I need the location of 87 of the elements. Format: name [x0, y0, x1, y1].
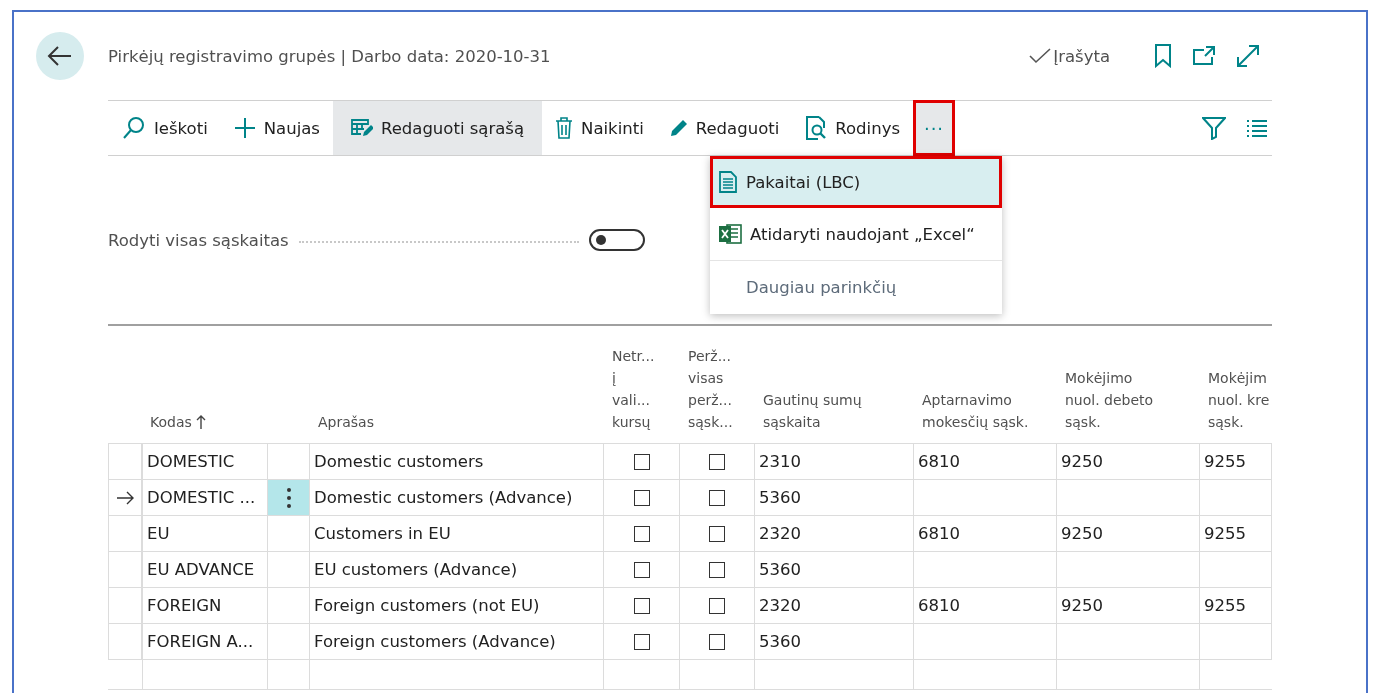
- toolbar-button[interactable]: Redaguoti sąrašą: [332, 101, 543, 155]
- checkbox[interactable]: [633, 489, 650, 506]
- checkbox[interactable]: [709, 561, 725, 578]
- column-header[interactable]: Gautinų sumų sąskaita: [755, 326, 914, 444]
- column-header[interactable]: Mokėjim nuol. kre sąsk.: [1200, 326, 1272, 444]
- back-button[interactable]: [36, 32, 84, 80]
- table-cell: EU customers (Advance): [310, 552, 604, 588]
- table-cell: 9255: [1200, 516, 1272, 552]
- column-header[interactable]: Mokėjimo nuol. debeto sąsk.: [1057, 326, 1200, 444]
- toggle-switch[interactable]: [588, 229, 645, 251]
- row-menu-cell[interactable]: [268, 624, 310, 660]
- empty-cell: [268, 660, 310, 690]
- table-cell: [1200, 624, 1272, 660]
- table-cell: Foreign customers (Advance): [310, 624, 604, 660]
- toolbar-button[interactable]: Naikinti: [542, 101, 657, 155]
- bookmark-icon[interactable]: [1154, 44, 1172, 68]
- expand-icon[interactable]: [1236, 44, 1260, 68]
- document-icon: [718, 171, 738, 193]
- table-cell: 9255: [1200, 444, 1272, 480]
- search-icon: [122, 116, 146, 140]
- table-cell: 2320: [755, 588, 914, 624]
- document-search-icon: [805, 116, 828, 140]
- list-icon[interactable]: [1246, 119, 1268, 137]
- column-header[interactable]: Kodas: [142, 326, 310, 444]
- row-menu-icon[interactable]: [285, 486, 292, 509]
- checkbox[interactable]: [633, 561, 650, 578]
- table-cell: 5360: [755, 552, 914, 588]
- table-cell: EU ADVANCE: [142, 552, 268, 588]
- column-header[interactable]: Netr... į vali... kursų: [604, 326, 680, 444]
- saved-status-text: Įrašyta: [1053, 46, 1110, 66]
- toggle-label: Rodyti visas sąskaitas: [108, 230, 289, 250]
- filter-icon[interactable]: [1202, 116, 1226, 140]
- table-cell: Domestic customers (Advance): [310, 480, 604, 516]
- checkbox[interactable]: [633, 597, 650, 614]
- row-menu-cell[interactable]: [268, 588, 310, 624]
- table-cell: FOREIGN: [142, 588, 268, 624]
- toolbar-button[interactable]: Ieškoti: [108, 101, 221, 155]
- table-cell: 2310: [755, 444, 914, 480]
- column-header[interactable]: Aprašas: [310, 326, 604, 444]
- checkbox[interactable]: [709, 597, 725, 614]
- page-title: Pirkėjų registravimo grupės | Darbo data: 2020-10-31: [108, 46, 551, 66]
- row-menu-cell[interactable]: [268, 516, 310, 552]
- table-cell: 9250: [1057, 444, 1200, 480]
- row-menu-cell[interactable]: [268, 552, 310, 588]
- table-cell: Customers in EU: [310, 516, 604, 552]
- table-cell: 2320: [755, 516, 914, 552]
- checkbox[interactable]: [633, 525, 650, 542]
- table-cell: EU: [142, 516, 268, 552]
- open-in-new-window-icon[interactable]: [1192, 45, 1216, 67]
- checkbox[interactable]: [633, 633, 650, 650]
- checkbox[interactable]: [709, 489, 725, 506]
- column-header[interactable]: Perž... visas perž... sąsk...: [680, 326, 755, 444]
- table-cell: [1200, 480, 1272, 516]
- toolbar-button[interactable]: Rodinys: [792, 101, 913, 155]
- spreadsheet-icon: [718, 223, 742, 245]
- checkbox[interactable]: [709, 525, 725, 542]
- checkbox[interactable]: [709, 453, 725, 470]
- menu-item[interactable]: Atidaryti naudojant „Excel“: [710, 208, 1002, 260]
- table-cell: 6810: [914, 444, 1057, 480]
- table-cell: DOMESTIC: [142, 444, 268, 480]
- more-actions-button[interactable]: ···: [913, 100, 955, 156]
- table-cell: Foreign customers (not EU): [310, 588, 604, 624]
- table-cell: 9250: [1057, 588, 1200, 624]
- trash-icon: [555, 117, 574, 139]
- column-header[interactable]: Aptarnavimo mokesčių sąsk.: [914, 326, 1057, 444]
- toolbar-button[interactable]: Naujas: [220, 101, 333, 155]
- plus-icon: [233, 117, 256, 139]
- table-cell: 5360: [755, 624, 914, 660]
- table-cell: FOREIGN A...: [142, 624, 268, 660]
- back-arrow-icon: [47, 45, 73, 67]
- table-cell: 5360: [755, 480, 914, 516]
- edit-list-icon: [350, 118, 373, 138]
- checkmark-icon: [1029, 48, 1052, 64]
- menu-item[interactable]: Pakaitai (LBC): [710, 156, 1002, 208]
- table-cell: [1200, 552, 1272, 588]
- table-cell: 6810: [914, 588, 1057, 624]
- table-cell: 6810: [914, 516, 1057, 552]
- row-menu-cell[interactable]: [268, 480, 310, 516]
- checkbox[interactable]: [709, 633, 725, 650]
- menu-item[interactable]: Daugiau parinkčių: [710, 260, 1002, 314]
- toolbar-button[interactable]: Redaguoti: [656, 101, 793, 155]
- table-cell: 9255: [1200, 588, 1272, 624]
- pencil-icon: [669, 119, 688, 137]
- checkbox[interactable]: [633, 453, 650, 470]
- current-row-arrow-icon: [116, 490, 134, 505]
- table-cell: Domestic customers: [310, 444, 604, 480]
- table-cell: 9250: [1057, 516, 1200, 552]
